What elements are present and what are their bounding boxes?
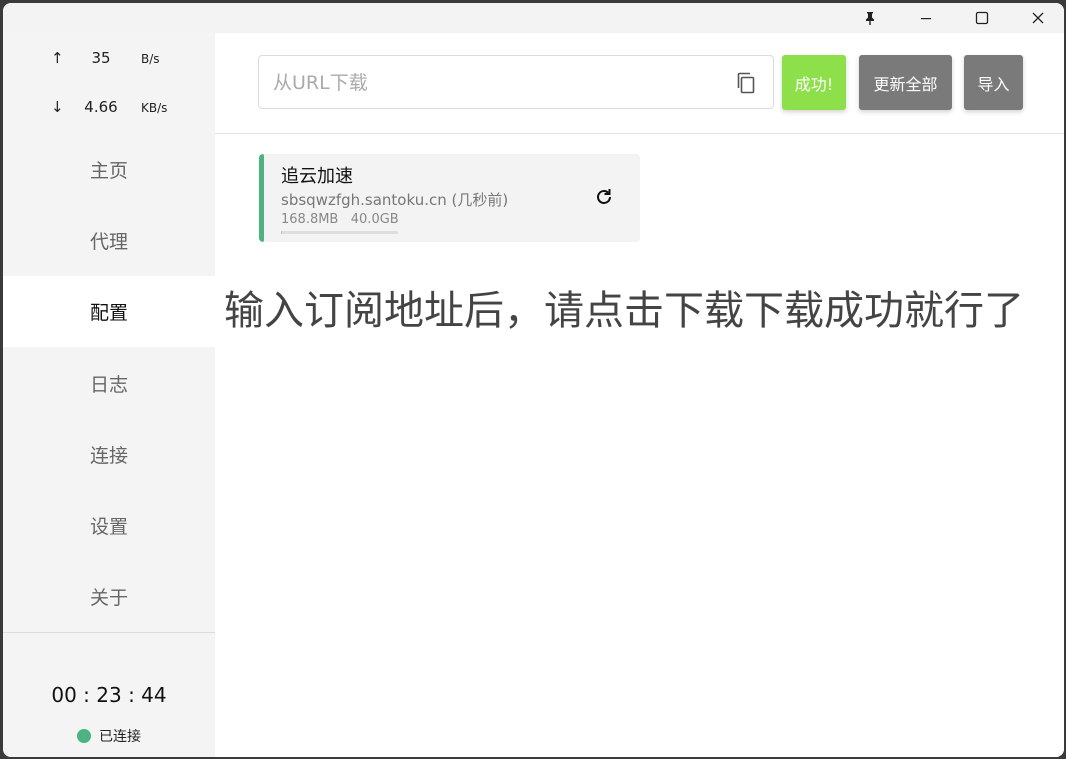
status-text: 已连接 [99,729,141,745]
uptime-clock: 00 : 23 : 44 [51,683,167,707]
instruction-annotation: 输入订阅地址后，请点击下载下载成功就行了 [224,288,1024,334]
download-button[interactable]: 成功! [782,55,846,110]
download-arrow-icon: ↓ [51,98,64,116]
import-button[interactable]: 导入 [964,55,1023,110]
profile-card[interactable]: 追云加速 sbsqwzfgh.santoku.cn (几秒前) 168.8MB … [259,154,640,242]
download-speed: ↓ 4.66 KB/s [3,96,215,120]
sidebar-divider [3,632,215,633]
close-icon[interactable] [1015,3,1061,33]
title-bar [3,3,1064,33]
profile-usage-bar [281,231,398,234]
app-window: ↑ 35 B/s ↓ 4.66 KB/s 主页 代理 配置 日志 连接 设置 关… [3,3,1064,757]
profiles-toolbar: 成功! 更新全部 导入 [215,33,1064,134]
copy-icon[interactable] [735,71,757,95]
profile-name: 追云加速 [281,166,353,187]
sidebar-item-connections[interactable]: 连接 [3,419,215,490]
maximize-icon[interactable] [959,3,1005,33]
profile-url-host: sbsqwzfgh.santoku.cn [281,191,447,209]
status-dot-icon [77,729,91,743]
download-speed-value: 4.66 [84,98,118,116]
sidebar-item-about[interactable]: 关于 [3,561,215,632]
sidebar-item-settings[interactable]: 设置 [3,490,215,561]
sidebar: ↑ 35 B/s ↓ 4.66 KB/s 主页 代理 配置 日志 连接 设置 关… [3,33,215,757]
profile-active-indicator [259,154,264,242]
profile-url: sbsqwzfgh.santoku.cn (几秒前) [281,189,508,210]
refresh-icon[interactable] [593,186,615,208]
download-speed-unit: KB/s [141,101,168,115]
update-all-button[interactable]: 更新全部 [859,55,952,110]
url-input-container [258,55,774,110]
connection-status: 已连接 [3,726,215,746]
upload-arrow-icon: ↑ [51,49,64,67]
profile-usage: 168.8MB 40.0GB [281,212,399,227]
sidebar-item-logs[interactable]: 日志 [3,348,215,419]
sidebar-item-home[interactable]: 主页 [3,134,215,205]
upload-speed-value: 35 [91,49,111,67]
pin-icon[interactable] [847,3,893,33]
url-input[interactable] [271,56,725,110]
upload-speed-unit: B/s [141,52,160,66]
upload-speed: ↑ 35 B/s [3,47,215,71]
profile-updated-time: (几秒前) [451,191,509,209]
sidebar-item-profiles[interactable]: 配置 [3,276,215,347]
profile-total: 40.0GB [350,212,399,227]
minimize-icon[interactable] [903,3,949,33]
main-panel: 成功! 更新全部 导入 追云加速 sbsqwzfgh.santoku.cn (几… [215,33,1064,757]
profile-used: 168.8MB [281,212,339,227]
sidebar-item-proxy[interactable]: 代理 [3,205,215,276]
